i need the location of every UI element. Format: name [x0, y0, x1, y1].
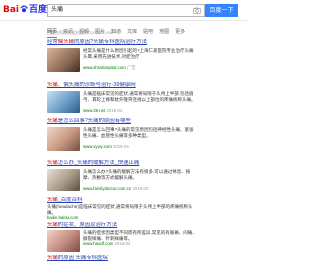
baidu-logo[interactable]: Bai 百度 — [3, 4, 47, 16]
result-url[interactable]: www.haodf.com 2018-04 — [83, 241, 197, 247]
search-box[interactable]: 头痛 — [47, 4, 205, 17]
result-url[interactable]: www.shrahospital.com 广告 — [83, 65, 197, 71]
result-url[interactable]: baike.baidu.com — [47, 215, 197, 221]
tab-more[interactable]: 更多 — [175, 28, 185, 37]
result-thumbnail[interactable] — [47, 169, 80, 191]
search-result: 头痛是怎么回事?头痛的原因有哪些 — [47, 118, 197, 125]
result-body: 经常头痛是什么原因引起的?上海仁爱医院专业治疗头痛头晕,采用先进技术,对症治疗 … — [83, 48, 197, 71]
logo-text-cn: 百度 — [29, 5, 48, 15]
result-body: 头痛是临床常见的症状,通常将局限于头颅上半部,包括眉弓、耳轮上缘和枕外隆突连线以… — [83, 91, 197, 114]
top-bar: Bai 百度 头痛 百度一下 — [0, 0, 248, 21]
result-snippet: 头痛(headache)是临床常见的症状,通常将局限于头颅上半部的疼痛统称头痛。 — [47, 204, 193, 215]
result-body: 头痛的症状因类型不同而有所差异,常见的有胀痛、闷痛、撕裂样痛、针刺样痛等。 ww… — [83, 230, 197, 247]
result-snippet: 头痛怎么办?头痛的缓解方法有很多,可以通过休息、按摩、热敷等方式缓解头痛。 — [83, 169, 191, 180]
result-thumbnail[interactable] — [47, 91, 80, 113]
result-title[interactable]: 头痛、偏头痛的诊断与治疗-39健康网 — [47, 82, 197, 89]
logo-text: Bai — [3, 5, 20, 15]
search-input[interactable]: 头痛 — [51, 5, 63, 16]
tab-wenku[interactable]: 文库 — [127, 28, 137, 37]
result-thumbnail[interactable] — [47, 127, 80, 151]
result-snippet: 头痛的症状因类型不同而有所差异,常见的有胀痛、闷痛、撕裂样痛、针刺样痛等。 — [83, 230, 197, 241]
result-thumbnail[interactable] — [47, 230, 80, 252]
result-title[interactable]: 头痛的症状、原因及治疗方法 — [47, 222, 197, 229]
camera-icon[interactable] — [193, 7, 201, 14]
tab-tieba[interactable]: 贴吧 — [143, 28, 153, 37]
search-result: 头痛的症状、原因及治疗方法 — [47, 222, 197, 229]
result-title[interactable]: 头痛_百度百科 — [47, 197, 197, 204]
search-result: 头痛怎么办_头痛的缓解方法_快速止痛 — [47, 160, 197, 167]
tab-map[interactable]: 地图 — [159, 28, 169, 37]
result-snippet: 经常头痛是什么原因引起的?上海仁爱医院专业治疗头痛头晕,采用先进技术,对症治疗 — [83, 48, 194, 59]
result-snippet: 头痛是临床常见的症状,通常将局限于头颅上半部,包括眉弓、耳轮上缘和枕外隆突连线以… — [83, 91, 196, 102]
result-title[interactable]: 头痛是怎么回事?头痛的原因有哪些 — [47, 118, 197, 125]
result-url[interactable]: www.39.net 2018-04 — [83, 108, 197, 114]
search-result: 头痛、偏头痛的诊断与治疗-39健康网 — [47, 82, 197, 89]
result-stats: 百度为您找到相关结果约100,000,000个 — [47, 30, 118, 35]
search-result-ad: 经常偏头痛的原因?头痛专科医院治疗方法 — [47, 39, 197, 46]
result-body: 头痛是怎么回事?头痛的常见原因包括神经性头痛、紧张性头痛、血管性头痛等多种类型。… — [83, 127, 197, 150]
search-result: 头痛_百度百科 头痛(headache)是临床常见的症状,通常将局限于头颅上半部… — [47, 197, 197, 221]
paw-icon — [20, 5, 28, 13]
result-title[interactable]: 头痛的原因 头痛专科医院 — [47, 255, 197, 262]
search-button[interactable]: 百度一下 — [205, 4, 238, 17]
result-title[interactable]: 头痛怎么办_头痛的缓解方法_快速止痛 — [47, 160, 197, 167]
result-title[interactable]: 经常偏头痛的原因?头痛专科医院治疗方法 — [47, 39, 197, 46]
result-url[interactable]: www.xywy.com 2018-04 — [83, 144, 197, 150]
search-result: 头痛的原因 头痛专科医院 — [47, 255, 197, 262]
result-snippet: 头痛是怎么回事?头痛的常见原因包括神经性头痛、紧张性头痛、血管性头痛等多种类型。 — [83, 127, 194, 138]
search-tabs: 网页 资讯 视频 图片 知道 文库 贴吧 地图 更多 — [47, 20, 191, 38]
result-thumbnail[interactable] — [47, 48, 80, 72]
result-url[interactable]: www.familydoctor.com.cn 2018-03 — [83, 186, 197, 192]
result-body: 头痛怎么办?头痛的缓解方法有很多,可以通过休息、按摩、热敷等方式缓解头痛。 ww… — [83, 169, 197, 192]
